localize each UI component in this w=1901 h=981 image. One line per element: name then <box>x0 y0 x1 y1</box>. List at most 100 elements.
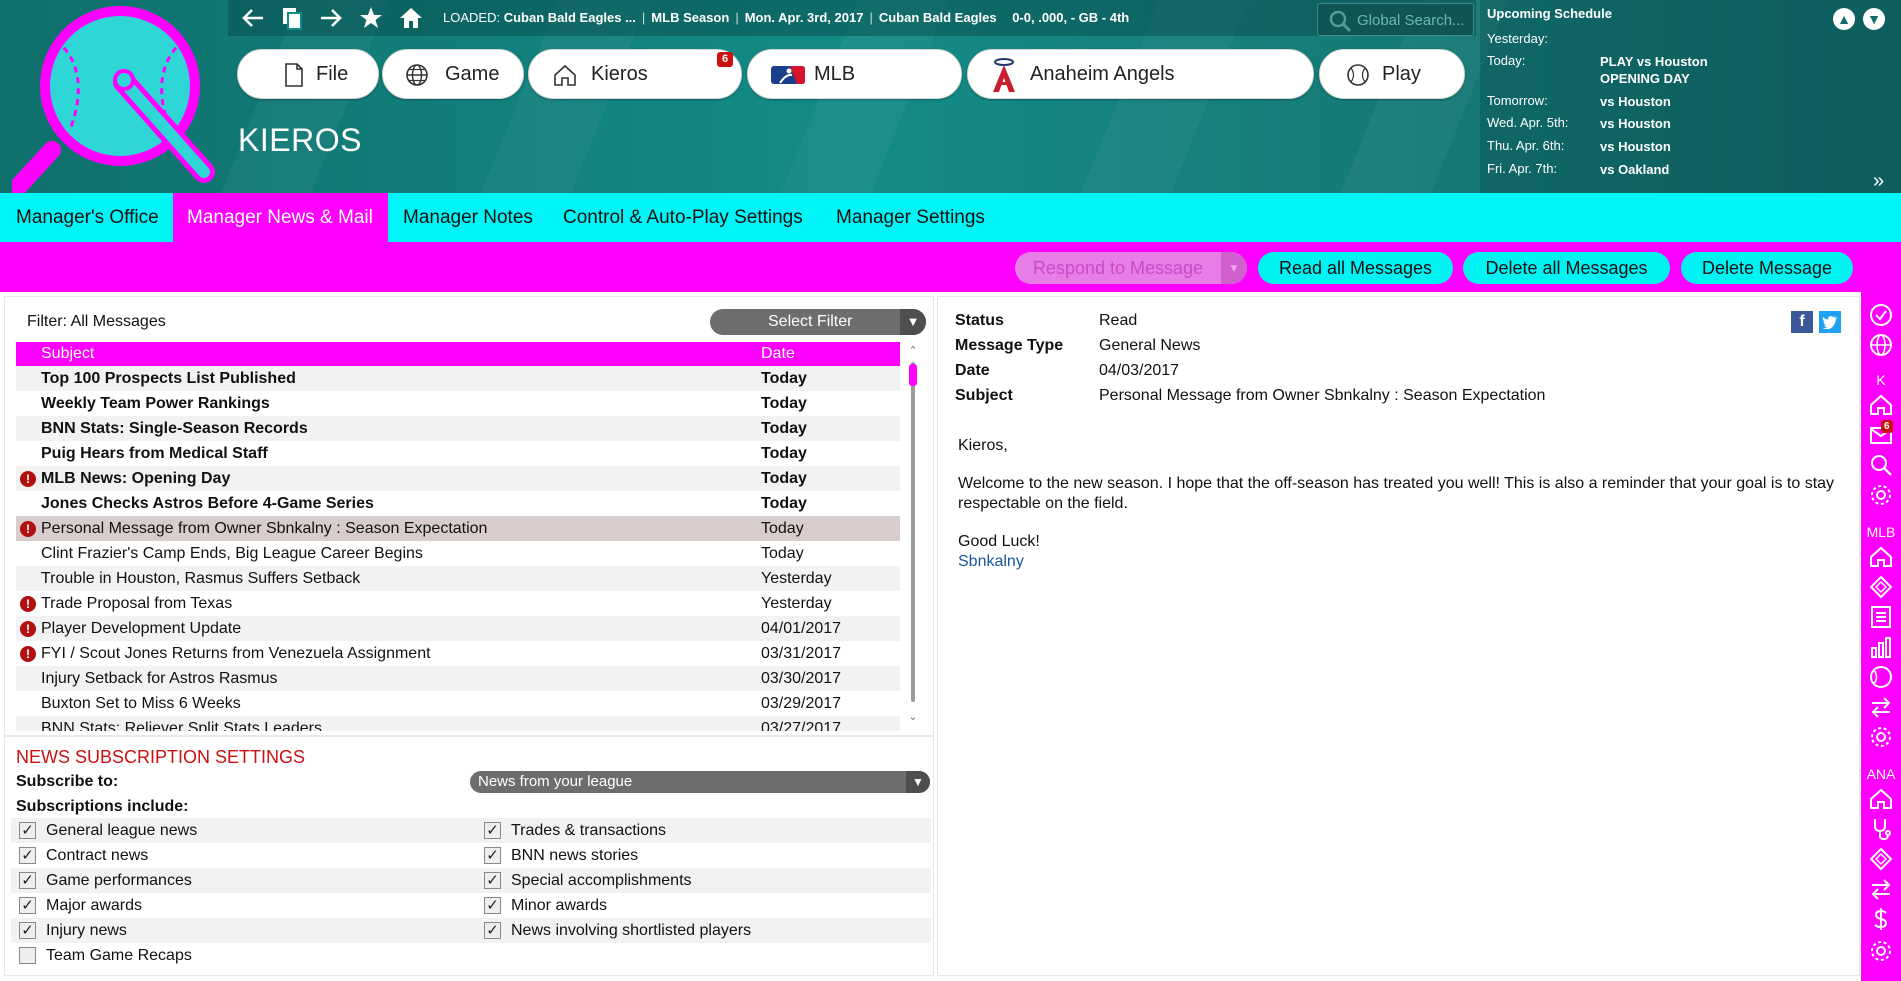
subscription-checkbox[interactable]: ✓ <box>19 847 36 864</box>
table-row[interactable]: ! Trade Proposal from Texas Yesterday <box>16 591 900 616</box>
home-icon[interactable] <box>397 4 425 32</box>
search-icon[interactable] <box>1861 450 1901 480</box>
tab-manager-news-mail[interactable]: Manager News & Mail <box>173 193 388 242</box>
dollar-icon[interactable] <box>1861 904 1901 934</box>
facebook-share-icon[interactable]: f <box>1791 311 1813 333</box>
table-row[interactable]: ! MLB News: Opening Day Today <box>16 466 900 491</box>
subject-value: Personal Message from Owner Sbnkalny : S… <box>1099 387 1546 404</box>
select-filter-dropdown[interactable]: Select Filter ▼ <box>710 309 926 335</box>
subscription-checkbox[interactable]: ✓ <box>19 897 36 914</box>
star-icon[interactable] <box>357 4 385 32</box>
copy-icon[interactable] <box>278 4 306 32</box>
table-row[interactable]: ! Personal Message from Owner Sbnkalny : … <box>16 516 900 541</box>
mail-icon[interactable]: 6 <box>1861 420 1901 450</box>
table-row[interactable]: Clint Frazier's Camp Ends, Big League Ca… <box>16 541 900 566</box>
checkmark-icon[interactable] <box>1861 300 1901 330</box>
scroll-thumb[interactable] <box>909 364 917 386</box>
owner-signature-link[interactable]: Sbnkalny <box>958 553 1024 570</box>
play-menu-button[interactable]: Play <box>1319 49 1465 99</box>
message-subject: Injury Setback for Astros Rasmus <box>41 670 278 687</box>
subscribe-to-label: Subscribe to: <box>16 773 119 790</box>
message-date: 03/31/2017 <box>761 645 842 662</box>
transfer-arrows-icon[interactable] <box>1861 874 1901 904</box>
subscription-checkbox[interactable]: ✓ <box>484 897 501 914</box>
tab-manager-settings[interactable]: Manager Settings <box>820 193 1001 242</box>
forward-arrow-icon[interactable] <box>317 4 345 32</box>
date-label: Date <box>955 362 990 379</box>
table-row[interactable]: ! FYI / Scout Jones Returns from Venezuel… <box>16 641 900 666</box>
subscribe-to-dropdown[interactable]: News from your league ▼ <box>470 771 930 793</box>
globe-icon[interactable] <box>1861 330 1901 360</box>
subject-column-header[interactable]: Subject <box>41 342 94 366</box>
diamond-icon[interactable] <box>1861 844 1901 874</box>
medical-stethoscope-icon[interactable] <box>1861 814 1901 844</box>
gear-icon[interactable] <box>1861 936 1901 966</box>
team-menu-button[interactable]: Anaheim Angels <box>967 49 1314 99</box>
message-greeting: Kieros, <box>958 437 1008 454</box>
subscription-checkbox[interactable] <box>19 947 36 964</box>
mlb-menu-button[interactable]: MLB <box>747 49 962 99</box>
expand-double-chevron-icon[interactable]: » <box>1873 170 1884 193</box>
subscription-checkbox[interactable]: ✓ <box>19 822 36 839</box>
delete-message-button[interactable]: Delete Message <box>1681 252 1853 284</box>
global-search-input[interactable]: Global Search... <box>1317 3 1474 36</box>
subscriptions-include-label: Subscriptions include: <box>16 798 189 815</box>
table-row[interactable]: Puig Hears from Medical Staff Today <box>16 441 900 466</box>
message-list-scrollbar[interactable]: ⌃ ⌄ <box>906 342 920 731</box>
subscription-checkbox[interactable]: ✓ <box>484 822 501 839</box>
twitter-share-icon[interactable] <box>1819 311 1841 333</box>
angels-logo-icon <box>993 58 1015 92</box>
table-row[interactable]: ! Player Development Update 04/01/2017 <box>16 616 900 641</box>
table-row[interactable]: Buxton Set to Miss 6 Weeks 03/29/2017 <box>16 691 900 716</box>
bar-chart-icon[interactable] <box>1861 632 1901 662</box>
news-list-icon[interactable] <box>1861 602 1901 632</box>
tab-manager-notes[interactable]: Manager Notes <box>387 193 549 242</box>
transfer-arrows-icon[interactable] <box>1861 692 1901 722</box>
subscription-checkbox[interactable]: ✓ <box>484 922 501 939</box>
message-type-label: Message Type <box>955 337 1064 354</box>
subscription-checkbox[interactable]: ✓ <box>19 922 36 939</box>
league-home-icon[interactable] <box>1861 542 1901 572</box>
manager-kieros-menu-button[interactable]: Kieros 6 <box>528 49 742 99</box>
table-row[interactable]: Top 100 Prospects List Published Today <box>16 366 900 391</box>
table-row[interactable]: Trouble in Houston, Rasmus Suffers Setba… <box>16 566 900 591</box>
subscription-label: BNN news stories <box>511 847 639 864</box>
subscription-checkbox[interactable]: ✓ <box>484 847 501 864</box>
table-row[interactable]: Jones Checks Astros Before 4-Game Series… <box>16 491 900 516</box>
table-row[interactable]: BNN Stats: Reliever Split Stats Leaders 0… <box>16 716 900 731</box>
respond-to-message-button[interactable]: Respond to Message ▼ <box>1015 252 1247 284</box>
table-row[interactable]: BNN Stats: Single-Season Records Today <box>16 416 900 441</box>
schedule-collapse-up-icon[interactable]: ▲ <box>1833 8 1855 30</box>
tab-managers-office[interactable]: Manager's Office <box>0 193 175 242</box>
message-table: Subject Date Top 100 Prospects List Publ… <box>16 342 900 731</box>
app-header: LOADED: Cuban Bald Eagles ... | MLB Season… <box>0 0 1901 193</box>
baseball-icon[interactable] <box>1861 662 1901 692</box>
gear-icon[interactable] <box>1861 480 1901 510</box>
manager-home-icon[interactable] <box>1861 390 1901 420</box>
delete-all-messages-button[interactable]: Delete all Messages <box>1463 252 1670 284</box>
read-all-messages-button[interactable]: Read all Messages <box>1258 252 1453 284</box>
table-row[interactable]: Weekly Team Power Rankings Today <box>16 391 900 416</box>
diamond-icon[interactable] <box>1861 572 1901 602</box>
tab-control-autoplay-settings[interactable]: Control & Auto-Play Settings <box>547 193 819 242</box>
sidebar-section-team: ANA <box>1866 766 1896 782</box>
app-logo <box>12 6 215 193</box>
message-date: Today <box>761 470 807 487</box>
date-column-header[interactable]: Date <box>761 342 795 366</box>
scroll-up-icon[interactable]: ⌃ <box>906 344 920 357</box>
subscription-checkbox[interactable]: ✓ <box>19 872 36 889</box>
file-menu-button[interactable]: File <box>237 49 379 99</box>
game-menu-button[interactable]: Game <box>382 49 524 99</box>
subscription-label: Major awards <box>46 897 143 914</box>
globe-icon <box>406 64 428 86</box>
back-arrow-icon[interactable] <box>239 4 267 32</box>
scroll-down-icon[interactable]: ⌄ <box>906 710 920 723</box>
gear-icon[interactable] <box>1861 722 1901 752</box>
team-home-icon[interactable] <box>1861 784 1901 814</box>
file-icon <box>285 63 303 87</box>
chevron-down-icon: ▼ <box>1221 252 1247 284</box>
table-row[interactable]: Injury Setback for Astros Rasmus 03/30/20… <box>16 666 900 691</box>
message-subject: Puig Hears from Medical Staff <box>41 445 268 462</box>
subscription-checkbox[interactable]: ✓ <box>484 872 501 889</box>
schedule-dropdown-icon[interactable]: ▼ <box>1863 8 1885 30</box>
